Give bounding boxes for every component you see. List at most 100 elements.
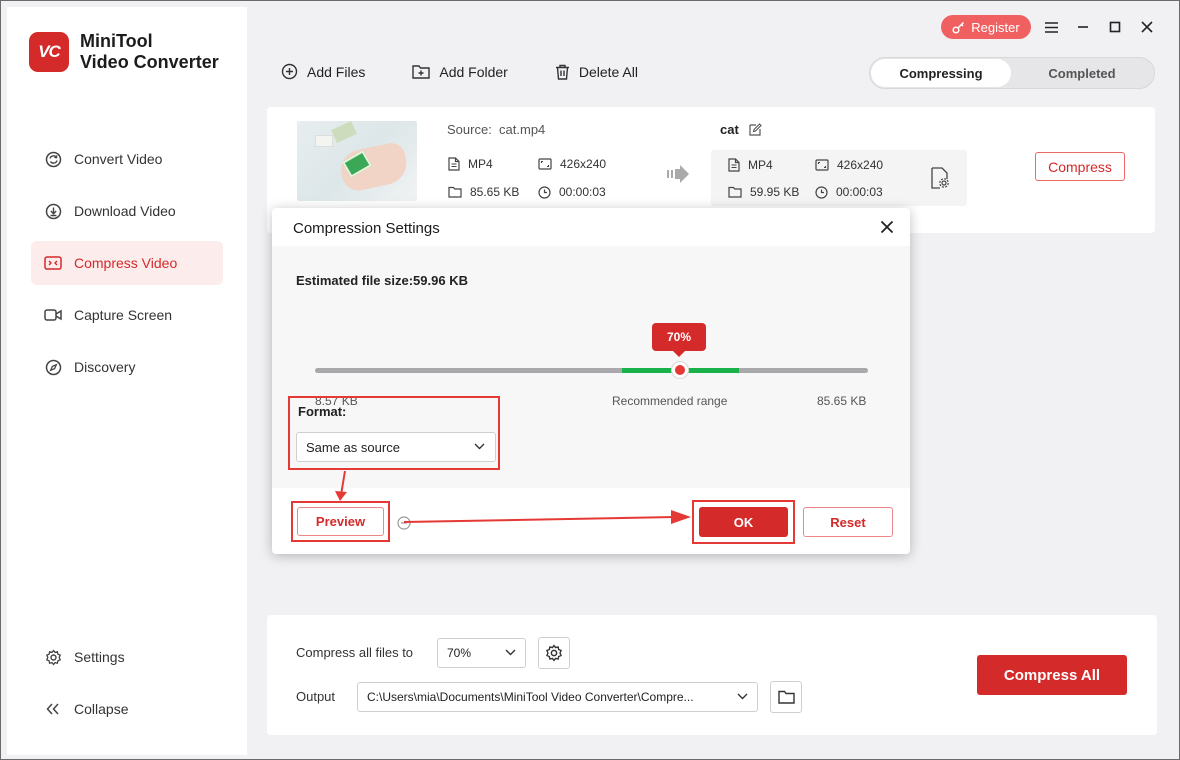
sidebar-item-compress-video[interactable]: Compress Video (31, 241, 223, 285)
preview-highlight-box: Preview (291, 501, 390, 542)
sidebar-item-discovery[interactable]: Discovery (31, 345, 223, 389)
double-chevron-left-icon (44, 700, 62, 718)
source-filename: cat.mp4 (499, 122, 546, 137)
output-path-value: C:\Users\mia\Documents\MiniTool Video Co… (367, 690, 694, 704)
ok-button[interactable]: OK (699, 507, 788, 537)
minimize-button[interactable] (1075, 17, 1091, 37)
sidebar-item-settings[interactable]: Settings (31, 635, 223, 679)
add-folder-button[interactable]: Add Folder (412, 63, 508, 80)
sidebar-item-label: Compress Video (74, 255, 178, 271)
compress-icon (44, 254, 62, 272)
resolution-icon (538, 158, 552, 170)
slider-value-tooltip: 70% (652, 323, 706, 357)
browse-folder-button[interactable] (770, 681, 802, 713)
compress-all-button[interactable]: Compress All (977, 655, 1127, 695)
reset-button[interactable]: Reset (803, 507, 893, 537)
compress-percent-value: 70% (447, 646, 472, 660)
sidebar-item-label: Collapse (74, 701, 129, 717)
delete-all-label: Delete All (578, 63, 638, 80)
source-size: 85.65 KB (448, 185, 519, 199)
ok-highlight-box: OK (692, 500, 795, 544)
add-folder-icon (412, 65, 431, 79)
maximize-icon (1109, 21, 1121, 33)
hamburger-icon (1044, 21, 1058, 33)
source-info: Source: cat.mp4 (447, 122, 545, 137)
chevron-down-icon (474, 443, 485, 450)
logo-badge: VC (29, 32, 69, 72)
help-icon[interactable] (397, 516, 411, 535)
close-icon (1141, 21, 1153, 33)
resolution-icon (815, 159, 829, 171)
compression-slider-track[interactable] (315, 368, 868, 373)
convert-arrow-icon (667, 165, 689, 188)
sidebar-bottom: Settings Collapse (31, 635, 223, 739)
gear-icon (546, 644, 562, 662)
dialog-title: Compression Settings (293, 220, 440, 237)
edit-icon[interactable] (748, 122, 762, 137)
clock-icon (815, 185, 828, 199)
estimated-size-value: 59.96 KB (413, 273, 468, 288)
app-name-line2: Video Converter (80, 52, 219, 72)
format-highlight-box: Format: Same as source (288, 396, 500, 470)
minimize-icon (1078, 26, 1088, 28)
add-folder-label: Add Folder (439, 63, 508, 80)
format-select[interactable]: Same as source (296, 432, 496, 462)
delete-all-button[interactable]: Delete All (555, 64, 638, 80)
dialog-close-button[interactable] (880, 220, 896, 236)
sidebar-item-label: Settings (74, 649, 125, 665)
video-thumbnail[interactable] (297, 121, 417, 201)
sidebar-item-download-video[interactable]: Download Video (31, 189, 223, 233)
sidebar-item-label: Convert Video (74, 151, 163, 167)
add-files-button[interactable]: Add Files (281, 63, 365, 80)
output-resolution: 426x240 (815, 158, 883, 172)
dialog-body: Estimated file size:59.96 KB 70% 8.57 KB… (272, 246, 910, 488)
sidebar-nav: Convert Video Download Video Compress Vi… (31, 137, 223, 397)
source-resolution: 426x240 (538, 157, 606, 171)
register-button[interactable]: Register (941, 15, 1031, 39)
add-circle-icon (281, 63, 298, 80)
compress-to-label: Compress all files to (296, 645, 414, 660)
sidebar-item-convert-video[interactable]: Convert Video (31, 137, 223, 181)
compression-slider-handle[interactable] (672, 362, 688, 378)
close-window-button[interactable] (1139, 17, 1155, 37)
format-value: Same as source (306, 439, 400, 455)
tab-completed[interactable]: Completed (1012, 59, 1152, 87)
folder-icon (728, 186, 742, 198)
chevron-down-icon (505, 649, 516, 656)
preview-button[interactable]: Preview (297, 507, 384, 536)
output-info-box: MP4 426x240 59.95 KB 00:00:03 (711, 150, 967, 206)
compass-icon (44, 358, 62, 376)
compression-settings-button[interactable] (538, 637, 570, 669)
output-file-title: cat (720, 122, 762, 137)
output-path-select[interactable]: C:\Users\mia\Documents\MiniTool Video Co… (357, 682, 758, 712)
recommended-range-label: Recommended range (612, 394, 728, 408)
maximize-button[interactable] (1107, 17, 1123, 37)
sidebar-item-collapse[interactable]: Collapse (31, 687, 223, 731)
app-name-line1: MiniTool (80, 31, 153, 51)
file-icon (448, 157, 460, 171)
chevron-down-icon (737, 693, 748, 700)
tab-compressing[interactable]: Compressing (871, 59, 1011, 87)
menu-button[interactable] (1043, 17, 1059, 37)
camera-icon (44, 306, 62, 324)
register-label: Register (971, 19, 1020, 35)
source-format: MP4 (448, 157, 493, 171)
download-icon (44, 202, 62, 220)
source-duration: 00:00:03 (538, 185, 606, 199)
clock-icon (538, 185, 551, 199)
convert-icon (44, 150, 62, 168)
sidebar-item-label: Download Video (74, 203, 176, 219)
status-tabs: Compressing Completed (869, 57, 1155, 89)
toolbar: Add Files Add Folder Delete All (281, 63, 685, 80)
sidebar-item-capture-screen[interactable]: Capture Screen (31, 293, 223, 337)
compress-percent-select[interactable]: 70% (437, 638, 526, 668)
sidebar-item-label: Capture Screen (74, 307, 173, 323)
estimated-file-size: Estimated file size:59.96 KB (296, 273, 468, 288)
format-label: Format: (298, 404, 347, 419)
compress-button[interactable]: Compress (1035, 152, 1125, 181)
folder-icon (448, 186, 462, 198)
key-icon (952, 21, 965, 34)
gear-icon (44, 648, 62, 666)
file-icon (728, 158, 740, 172)
output-settings-icon[interactable] (931, 167, 950, 194)
